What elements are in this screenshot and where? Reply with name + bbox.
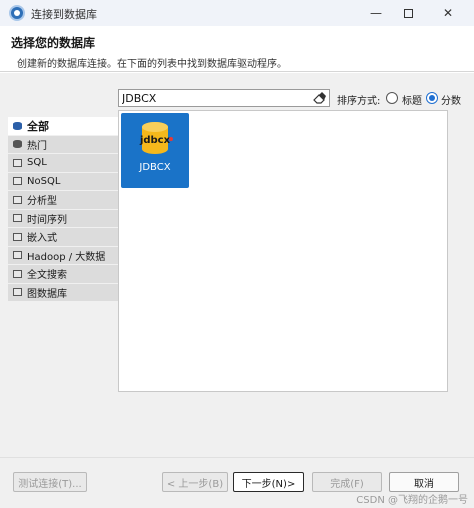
folder-icon: [13, 195, 22, 204]
folder-icon: [13, 158, 22, 167]
driver-name: JDBCX: [139, 162, 171, 173]
app-icon: [9, 5, 25, 21]
title-bar: 连接到数据库 — ✕: [0, 0, 474, 26]
window-title: 连接到数据库: [31, 8, 97, 21]
category-item-nosql[interactable]: NoSQL: [8, 172, 118, 191]
search-box: [118, 89, 330, 107]
database-icon: [13, 140, 22, 149]
page-subtitle: 创建新的数据库连接。在下面的列表中找到数据库驱动程序。: [17, 59, 287, 70]
category-list: 全部 热门 SQL NoSQL 分析型 时间序列 嵌入式 Hadoop / 大数…: [8, 117, 118, 307]
category-item-sql[interactable]: SQL: [8, 154, 118, 173]
driver-list: jdbcx JDBCX: [118, 110, 448, 392]
category-label: 全部: [27, 119, 49, 133]
test-connection-button[interactable]: 测试连接(T)...: [13, 472, 87, 492]
folder-icon: [13, 232, 22, 241]
button-bar: 测试连接(T)... < 上一步(B) 下一步(N)> 完成(F) 取消 CSD…: [0, 457, 474, 508]
category-item-analytical[interactable]: 分析型: [8, 191, 118, 210]
category-label: SQL: [27, 157, 47, 169]
database-icon: [13, 121, 22, 130]
cancel-button[interactable]: 取消: [389, 472, 459, 492]
search-input[interactable]: [119, 90, 309, 106]
eraser-icon[interactable]: [312, 92, 326, 104]
folder-icon: [13, 288, 22, 297]
category-item-hadoop[interactable]: Hadoop / 大数据: [8, 246, 118, 265]
next-button[interactable]: 下一步(N)>: [233, 472, 304, 492]
maximize-icon: [403, 8, 413, 18]
sort-title-label[interactable]: 标题: [402, 92, 422, 107]
category-label: 图数据库: [27, 288, 67, 300]
folder-icon: [13, 177, 22, 186]
sort-label: 排序方式:: [337, 96, 381, 107]
folder-icon: [13, 251, 22, 260]
category-item-embedded[interactable]: 嵌入式: [8, 228, 118, 247]
category-label: NoSQL: [27, 175, 61, 187]
sort-title-radio[interactable]: [386, 92, 398, 104]
sort-score-label[interactable]: 分数: [441, 92, 461, 107]
category-item-graph[interactable]: 图数据库: [8, 283, 118, 302]
back-button[interactable]: < 上一步(B): [162, 472, 228, 492]
category-item-popular[interactable]: 热门: [8, 135, 118, 154]
category-item-fulltext[interactable]: 全文搜索: [8, 265, 118, 284]
category-label: 时间序列: [27, 214, 67, 226]
sort-score-radio[interactable]: [426, 92, 438, 104]
category-label: 分析型: [27, 196, 57, 208]
watermark: CSDN @飞翔的企鹅一号: [356, 495, 468, 506]
category-label: 嵌入式: [27, 233, 57, 245]
category-label: 热门: [27, 140, 47, 152]
category-label: 全文搜索: [27, 270, 67, 282]
close-button[interactable]: ✕: [428, 0, 468, 26]
category-label: Hadoop / 大数据: [27, 251, 106, 263]
finish-button[interactable]: 完成(F): [312, 472, 382, 492]
wizard-header: 选择您的数据库 创建新的数据库连接。在下面的列表中找到数据库驱动程序。: [0, 26, 474, 72]
driver-logo-text: jdbcx: [139, 135, 171, 146]
driver-tile-jdbcx[interactable]: jdbcx JDBCX: [121, 113, 189, 188]
jdbcx-logo-icon: jdbcx: [139, 122, 173, 154]
maximize-button[interactable]: [388, 0, 428, 26]
category-item-all[interactable]: 全部: [8, 117, 118, 136]
wizard-content: 排序方式: 标题 分数 全部 热门 SQL NoSQL 分析型 时间序列: [0, 73, 474, 457]
folder-icon: [13, 214, 22, 223]
folder-icon: [13, 269, 22, 278]
page-title: 选择您的数据库: [11, 36, 96, 50]
category-item-timeseries[interactable]: 时间序列: [8, 209, 118, 228]
